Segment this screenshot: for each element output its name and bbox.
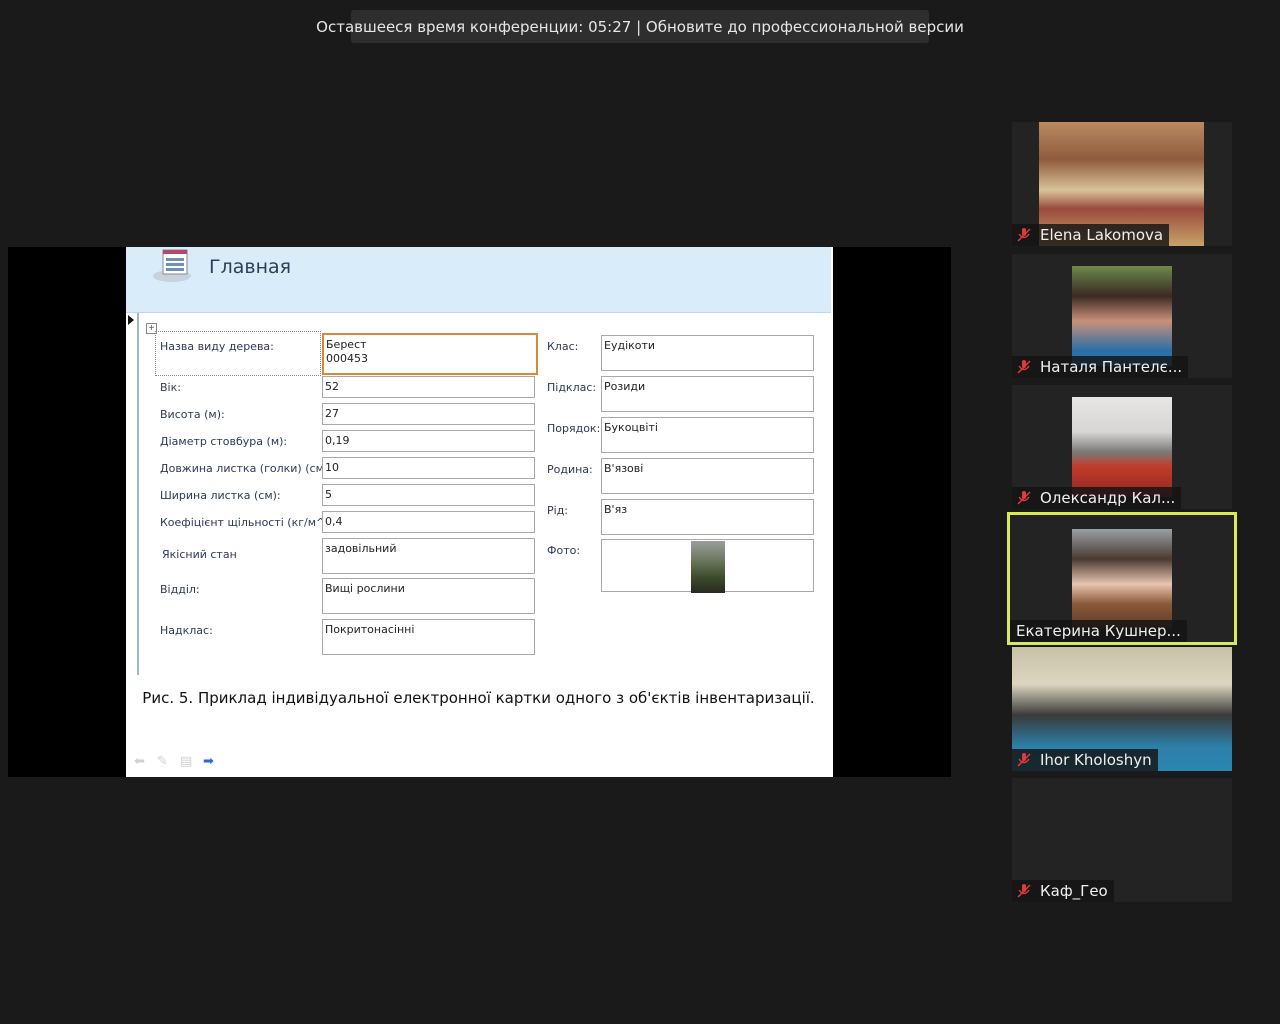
participant-name: Наталя Пантелє... xyxy=(1040,358,1183,376)
participant-name-tag: Ihor Kholoshyn xyxy=(1012,749,1158,771)
participant-name-tag: Наталя Пантелє... xyxy=(1012,356,1189,378)
participant-name: Каф_Гео xyxy=(1040,882,1108,900)
superclass-field[interactable]: Покритонасінні xyxy=(322,619,535,655)
pen-icon[interactable]: ✎ xyxy=(157,753,168,769)
participant-tile[interactable]: Наталя Пантелє... xyxy=(1012,254,1232,378)
menu-icon[interactable]: ▤ xyxy=(180,753,192,769)
leaf-length-field[interactable]: 10 xyxy=(322,457,535,479)
slide-caption: Рис. 5. Приклад індивідуальної електронн… xyxy=(142,689,815,707)
mic-muted-icon xyxy=(1017,360,1031,374)
mic-muted-icon xyxy=(1017,753,1031,767)
tree-photo xyxy=(691,541,725,593)
label-species-name: Назва виду дерева: xyxy=(160,340,274,353)
label-superclass: Надклас: xyxy=(160,624,213,637)
order-field[interactable]: Букоцвіті xyxy=(601,417,814,453)
mic-muted-icon xyxy=(1017,491,1031,505)
label-height: Висота (м): xyxy=(160,408,225,421)
form-title: Главная xyxy=(209,256,292,278)
participant-tile[interactable]: Каф_Гео xyxy=(1012,778,1232,902)
name-label-selection xyxy=(155,331,321,376)
subclass-field[interactable]: Розиди xyxy=(601,376,814,412)
label-division: Відділ: xyxy=(160,583,200,596)
density-field[interactable]: 0,4 xyxy=(322,511,535,533)
photo-field[interactable] xyxy=(601,539,814,593)
family-field[interactable]: В'язові xyxy=(601,458,814,494)
condition-field[interactable]: задовільний xyxy=(322,538,535,574)
mic-muted-icon xyxy=(1017,884,1031,898)
active-speaker-tile[interactable]: Екатерина Кушнер... xyxy=(1007,512,1237,645)
record-selector-bar[interactable] xyxy=(126,313,139,675)
label-photo: Фото: xyxy=(547,544,581,557)
participant-tile[interactable]: Олександр Кал... xyxy=(1012,385,1232,509)
participant-name: Elena Lakomova xyxy=(1040,226,1164,244)
participant-name-tag: Екатерина Кушнер... xyxy=(1010,620,1187,642)
participant-name: Ihor Kholoshyn xyxy=(1040,751,1152,769)
participant-tile[interactable]: Ihor Kholoshyn xyxy=(1012,647,1232,771)
label-condition: Якісний стан xyxy=(162,548,237,561)
division-field[interactable]: Вищі рослини xyxy=(322,578,535,614)
participant-video xyxy=(1072,529,1172,629)
label-trunk-diameter: Діаметр стовбура (м): xyxy=(160,435,288,448)
height-field[interactable]: 27 xyxy=(322,403,535,425)
participant-name-tag: Elena Lakomova xyxy=(1012,224,1170,246)
participant-video xyxy=(1072,397,1172,497)
participant-tile[interactable]: Elena Lakomova xyxy=(1012,122,1232,246)
species-id-value: 000453 xyxy=(326,352,368,365)
label-class: Клас: xyxy=(547,340,579,353)
trunk-diameter-field[interactable]: 0,19 xyxy=(322,430,535,452)
label-leaf-length: Довжина листка (голки) (см): xyxy=(160,462,332,475)
participant-video xyxy=(1072,266,1172,366)
leaf-width-field[interactable]: 5 xyxy=(322,484,535,506)
conference-time-banner[interactable]: Оставшееся время конференции: 05:27 | Об… xyxy=(316,10,964,43)
label-genus: Рід: xyxy=(547,504,569,517)
back-arrow-icon[interactable]: ⬅ xyxy=(134,753,145,769)
label-age: Вік: xyxy=(160,381,181,394)
genus-field[interactable]: В'яз xyxy=(601,499,814,535)
participant-name-tag: Олександр Кал... xyxy=(1012,487,1182,509)
participant-name: Олександр Кал... xyxy=(1040,489,1176,507)
species-name-field[interactable]: Берест 000453 xyxy=(322,333,538,375)
participant-name: Екатерина Кушнер... xyxy=(1016,622,1181,640)
shared-screen: Главная + Назва виду дерева: Вік: Висота… xyxy=(8,247,951,777)
label-order: Порядок: xyxy=(547,422,601,435)
participant-name-tag: Каф_Гео xyxy=(1012,880,1114,902)
label-density: Коефіцієнт щільності (кг/м^3): xyxy=(160,516,341,529)
form-icon xyxy=(153,249,191,282)
mic-muted-icon xyxy=(1017,228,1031,242)
label-subclass: Підклас: xyxy=(547,381,597,394)
presentation-slide: Главная + Назва виду дерева: Вік: Висота… xyxy=(126,247,833,777)
label-leaf-width: Ширина листка (см): xyxy=(160,489,281,502)
form-header: Главная xyxy=(126,247,831,313)
class-field[interactable]: Еудікоти xyxy=(601,335,814,371)
species-name-value: Берест xyxy=(326,338,367,351)
record-pointer-icon xyxy=(128,315,134,325)
forward-arrow-icon[interactable]: ➡ xyxy=(203,753,214,769)
banner-text: Оставшееся время конференции: 05:27 | Об… xyxy=(316,17,964,36)
age-field[interactable]: 52 xyxy=(322,376,535,398)
label-family: Родина: xyxy=(547,463,593,476)
